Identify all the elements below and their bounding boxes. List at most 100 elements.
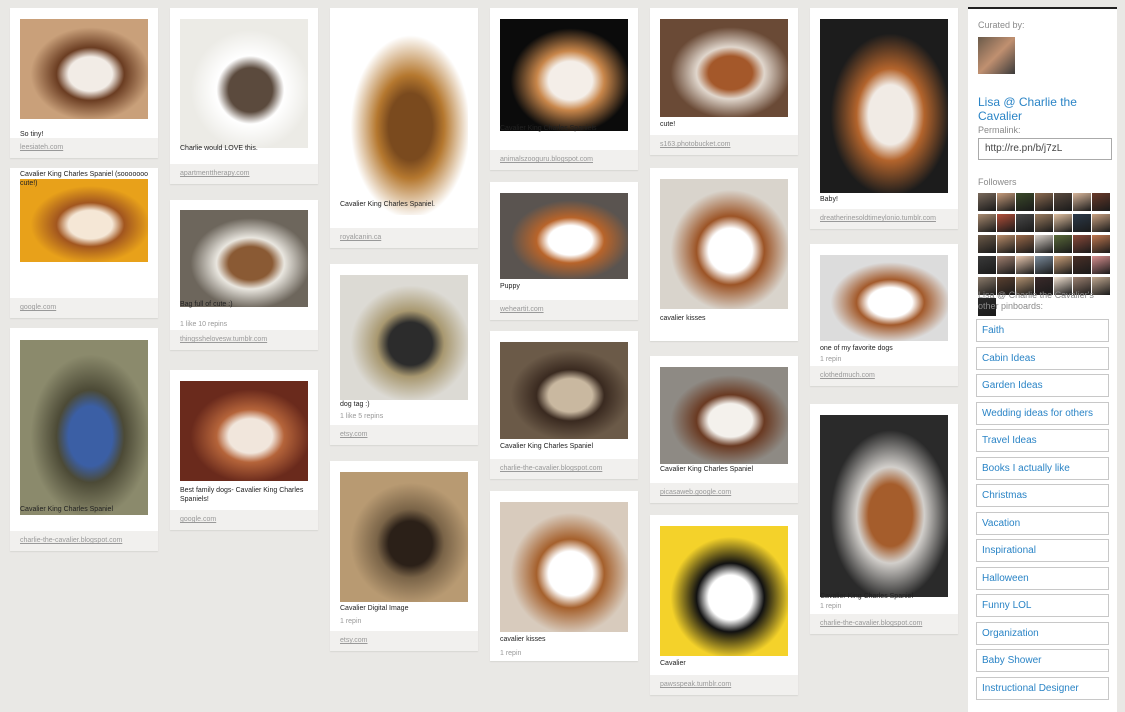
- pin-card[interactable]: Cavalier King Charles Spaniel 1 repin char…: [810, 404, 958, 634]
- pin-source-link[interactable]: charlie-the-cavalier.blogspot.com: [20, 537, 122, 544]
- pin-source-link[interactable]: royalcanin.ca: [340, 234, 381, 241]
- pin-image[interactable]: [180, 210, 308, 307]
- follower-avatar[interactable]: [997, 235, 1015, 253]
- pin-source-link[interactable]: animalszooguru.blogspot.com: [500, 156, 593, 163]
- pin-image[interactable]: [180, 19, 308, 148]
- pin-image[interactable]: [660, 179, 788, 309]
- pin-card[interactable]: Cavalier Digital Image 1 repin etsy.com: [330, 461, 478, 651]
- pin-image[interactable]: [820, 415, 948, 597]
- pin-image[interactable]: [500, 342, 628, 439]
- follower-avatar[interactable]: [1035, 235, 1053, 253]
- pin-image[interactable]: [340, 275, 468, 400]
- pin-source-link[interactable]: weheartit.com: [500, 306, 544, 313]
- follower-avatar[interactable]: [978, 193, 996, 211]
- pin-source-link[interactable]: charlie-the-cavalier.blogspot.com: [500, 465, 602, 472]
- follower-avatar[interactable]: [1035, 256, 1053, 274]
- board-link[interactable]: Travel Ideas: [976, 429, 1109, 452]
- pin-source-link[interactable]: thingsshelovesw.tumblr.com: [180, 336, 267, 343]
- pin-image[interactable]: [340, 19, 468, 215]
- pin-source-link[interactable]: leesiateh.com: [20, 144, 63, 151]
- pin-image[interactable]: [340, 472, 468, 602]
- board-link[interactable]: Instructional Designer: [976, 676, 1109, 700]
- follower-avatar[interactable]: [1092, 256, 1110, 274]
- pin-source-link[interactable]: pawsspeak.tumblr.com: [660, 681, 731, 688]
- pin-image[interactable]: [820, 255, 948, 341]
- follower-avatar[interactable]: [1035, 193, 1053, 211]
- pin-card[interactable]: cavalier kisses: [650, 168, 798, 341]
- pin-source-link[interactable]: clothedmuch.com: [820, 372, 875, 379]
- pin-image[interactable]: [820, 19, 948, 193]
- pin-card[interactable]: Cavalier King Charles Spaniel picasaweb.g…: [650, 356, 798, 503]
- permalink-field[interactable]: http://re.pn/b/j7zL: [978, 138, 1112, 160]
- board-link[interactable]: Inspirational: [976, 539, 1109, 562]
- pin-source-link[interactable]: s163.photobucket.com: [660, 141, 730, 148]
- pin-card[interactable]: Cavalier King Charles Spaniel charlie-the…: [10, 328, 158, 551]
- follower-avatar[interactable]: [997, 214, 1015, 232]
- pin-image[interactable]: [20, 340, 148, 515]
- follower-avatar[interactable]: [1073, 214, 1091, 232]
- pin-image[interactable]: [500, 502, 628, 632]
- curator-name-link[interactable]: Lisa @ Charlie the Cavalier: [978, 95, 1108, 123]
- follower-avatar[interactable]: [978, 256, 996, 274]
- follower-avatar[interactable]: [1073, 235, 1091, 253]
- follower-avatar[interactable]: [1035, 214, 1053, 232]
- board-link[interactable]: Wedding ideas for others: [976, 401, 1109, 425]
- follower-avatar[interactable]: [1054, 235, 1072, 253]
- pin-image[interactable]: [500, 193, 628, 279]
- board-link[interactable]: Organization: [976, 621, 1109, 645]
- board-link[interactable]: Vacation: [976, 511, 1109, 535]
- pin-source-link[interactable]: google.com: [20, 304, 56, 311]
- pin-source-link[interactable]: google.com: [180, 516, 216, 523]
- pin-source-link[interactable]: picasaweb.google.com: [660, 489, 731, 496]
- follower-avatar[interactable]: [1016, 256, 1034, 274]
- board-link[interactable]: Cabin Ideas: [976, 346, 1109, 370]
- pin-source-link[interactable]: charlie-the-cavalier.blogspot.com: [820, 620, 922, 627]
- pin-card[interactable]: Cavalier King Charles Spaniels animalszoo…: [490, 8, 638, 170]
- follower-avatar[interactable]: [1016, 235, 1034, 253]
- pin-card[interactable]: Bag full of cute :) 1 like 10 repins thing…: [170, 200, 318, 350]
- follower-avatar[interactable]: [978, 214, 996, 232]
- pin-card[interactable]: Baby! dreatherinesoldtimeylonio.tumblr.co…: [810, 8, 958, 229]
- pin-card[interactable]: Cavalier King Charles Spaniel charlie-the…: [490, 331, 638, 479]
- follower-avatar[interactable]: [1016, 193, 1034, 211]
- follower-avatar[interactable]: [1073, 256, 1091, 274]
- pin-card[interactable]: Cavalier King Charles Spaniel (sooooooo …: [10, 168, 158, 318]
- pin-card[interactable]: Puppy weheartit.com: [490, 182, 638, 320]
- board-link[interactable]: Halloween: [976, 566, 1109, 590]
- pin-card[interactable]: Cavalier King Charles Spaniel. royalcanin…: [330, 8, 478, 248]
- pin-card[interactable]: Charlie would LOVE this. apartmenttherapy…: [170, 8, 318, 184]
- pin-image[interactable]: [660, 19, 788, 117]
- follower-avatar[interactable]: [1054, 214, 1072, 232]
- follower-avatar[interactable]: [1016, 214, 1034, 232]
- board-link[interactable]: Garden Ideas: [976, 374, 1109, 397]
- pin-card[interactable]: Best family dogs- Cavalier King Charles …: [170, 370, 318, 530]
- pin-card[interactable]: cavalier kisses 1 repin: [490, 491, 638, 661]
- follower-avatar[interactable]: [1073, 193, 1091, 211]
- pin-source-link[interactable]: apartmenttherapy.com: [180, 170, 250, 177]
- follower-avatar[interactable]: [1092, 214, 1110, 232]
- pin-card[interactable]: dog tag :) 1 like 5 repins etsy.com: [330, 264, 478, 445]
- pin-image[interactable]: [180, 381, 308, 481]
- follower-avatar[interactable]: [978, 235, 996, 253]
- follower-avatar[interactable]: [997, 193, 1015, 211]
- pin-card[interactable]: cute! s163.photobucket.com: [650, 8, 798, 155]
- pin-image[interactable]: [500, 19, 628, 131]
- pin-card[interactable]: one of my favorite dogs 1 repin clothedmuc…: [810, 244, 958, 386]
- pin-card[interactable]: So tiny! leesiateh.com: [10, 8, 158, 158]
- pin-source-link[interactable]: dreatherinesoldtimeylonio.tumblr.com: [820, 215, 936, 222]
- follower-avatar[interactable]: [1054, 193, 1072, 211]
- pin-image[interactable]: [20, 19, 148, 119]
- follower-avatar[interactable]: [1092, 235, 1110, 253]
- board-link[interactable]: Funny LOL: [976, 594, 1109, 617]
- pin-source-link[interactable]: etsy.com: [340, 431, 368, 438]
- pin-image[interactable]: [660, 526, 788, 656]
- follower-avatar[interactable]: [1054, 256, 1072, 274]
- pin-image[interactable]: [20, 179, 148, 262]
- follower-avatar[interactable]: [997, 256, 1015, 274]
- pin-source-link[interactable]: etsy.com: [340, 637, 368, 644]
- pin-image[interactable]: [660, 367, 788, 464]
- board-link[interactable]: Baby Shower: [976, 649, 1109, 672]
- pin-card[interactable]: Cavalier pawsspeak.tumblr.com: [650, 515, 798, 695]
- board-link[interactable]: Christmas: [976, 484, 1109, 507]
- curator-avatar[interactable]: [978, 37, 1015, 74]
